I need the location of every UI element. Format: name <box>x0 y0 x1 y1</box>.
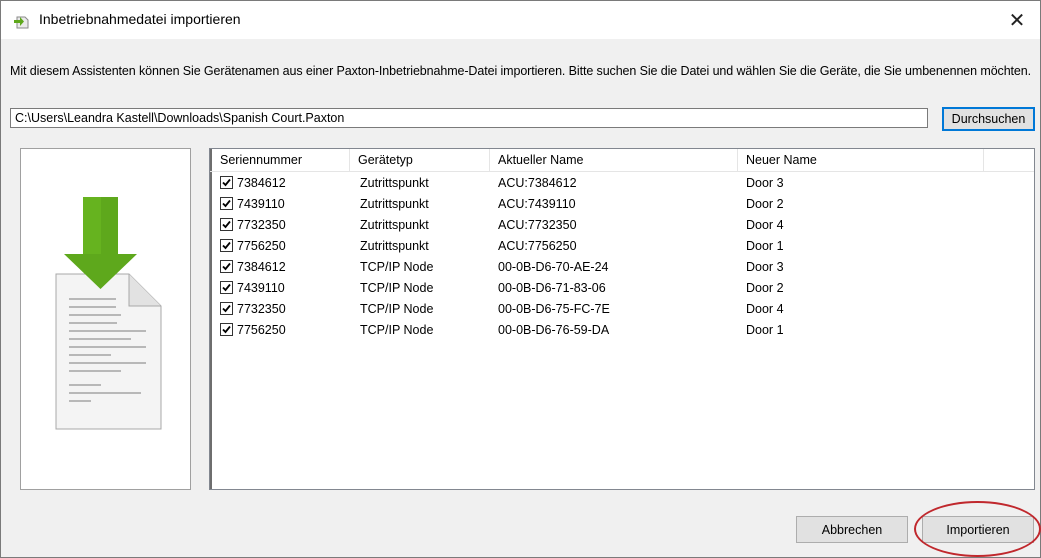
cell-device-type: TCP/IP Node <box>360 323 434 337</box>
row-checkbox[interactable] <box>220 239 233 252</box>
row-checkbox[interactable] <box>220 197 233 210</box>
cell-new-name: Door 1 <box>746 323 784 337</box>
cell-serial: 7732350 <box>237 218 286 232</box>
cell-current-name: ACU:7439110 <box>498 197 576 211</box>
cell-new-name: Door 2 <box>746 197 784 211</box>
cell-serial: 7756250 <box>237 239 286 253</box>
cell-device-type: TCP/IP Node <box>360 260 434 274</box>
cell-current-name: 00-0B-D6-70-AE-24 <box>498 260 609 274</box>
cell-device-type: TCP/IP Node <box>360 302 434 316</box>
device-list[interactable]: Seriennummer Gerätetyp Aktueller Name Ne… <box>209 148 1035 490</box>
cell-serial: 7756250 <box>237 323 286 337</box>
cell-device-type: Zutrittspunkt <box>360 239 429 253</box>
list-header: Seriennummer Gerätetyp Aktueller Name Ne… <box>210 149 1034 172</box>
close-button[interactable]: ✕ <box>994 1 1040 39</box>
column-header-device-type[interactable]: Gerätetyp <box>350 149 490 171</box>
row-checkbox[interactable] <box>220 218 233 231</box>
row-checkbox[interactable] <box>220 281 233 294</box>
cell-device-type: TCP/IP Node <box>360 281 434 295</box>
cell-device-type: Zutrittspunkt <box>360 176 429 190</box>
cell-current-name: ACU:7384612 <box>498 176 577 190</box>
row-checkbox[interactable] <box>220 302 233 315</box>
cell-device-type: Zutrittspunkt <box>360 197 429 211</box>
table-row[interactable]: 7732350 TCP/IP Node 00-0B-D6-75-FC-7E Door … <box>210 299 1034 319</box>
cell-serial: 7384612 <box>237 176 286 190</box>
download-document-icon <box>55 197 162 430</box>
table-row[interactable]: 7384612 Zutrittspunkt ACU:7384612 Door 3 <box>210 173 1034 193</box>
cell-new-name: Door 3 <box>746 260 784 274</box>
row-checkbox[interactable] <box>220 323 233 336</box>
table-row[interactable]: 7439110 Zutrittspunkt ACU:7439110 Door 2 <box>210 194 1034 214</box>
table-row[interactable]: 7756250 Zutrittspunkt ACU:7756250 Door 1 <box>210 236 1034 256</box>
row-checkbox[interactable] <box>220 176 233 189</box>
cell-serial: 7384612 <box>237 260 286 274</box>
cell-new-name: Door 2 <box>746 281 784 295</box>
cell-current-name: ACU:7756250 <box>498 239 577 253</box>
window-title: Inbetriebnahmedatei importieren <box>39 11 241 27</box>
row-checkbox[interactable] <box>220 260 233 273</box>
table-row[interactable]: 7439110 TCP/IP Node 00-0B-D6-71-83-06 Door … <box>210 278 1034 298</box>
file-path-input[interactable] <box>10 108 928 128</box>
import-button[interactable]: Importieren <box>922 516 1034 543</box>
column-header-filler <box>984 149 1034 171</box>
close-icon: ✕ <box>1008 8 1026 32</box>
column-header-serial[interactable]: Seriennummer <box>212 149 350 171</box>
cell-new-name: Door 1 <box>746 239 784 253</box>
column-header-new-name[interactable]: Neuer Name <box>738 149 984 171</box>
cell-serial: 7732350 <box>237 302 286 316</box>
title-bar: Inbetriebnahmedatei importieren ✕ <box>1 1 1040 39</box>
cell-new-name: Door 4 <box>746 302 784 316</box>
cell-current-name: 00-0B-D6-71-83-06 <box>498 281 606 295</box>
import-dialog: Inbetriebnahmedatei importieren ✕ Mit di… <box>0 0 1041 558</box>
cell-current-name: 00-0B-D6-75-FC-7E <box>498 302 610 316</box>
browse-button[interactable]: Durchsuchen <box>942 107 1035 131</box>
cell-new-name: Door 4 <box>746 218 784 232</box>
cell-current-name: ACU:7732350 <box>498 218 577 232</box>
table-row[interactable]: 7756250 TCP/IP Node 00-0B-D6-76-59-DA Door … <box>210 320 1034 340</box>
import-file-icon <box>14 13 30 29</box>
cell-new-name: Door 3 <box>746 176 784 190</box>
cell-serial: 7439110 <box>237 281 285 295</box>
cell-serial: 7439110 <box>237 197 285 211</box>
table-row[interactable]: 7384612 TCP/IP Node 00-0B-D6-70-AE-24 Door … <box>210 257 1034 277</box>
cancel-button[interactable]: Abbrechen <box>796 516 908 543</box>
illustration-panel <box>20 148 191 490</box>
cell-device-type: Zutrittspunkt <box>360 218 429 232</box>
table-row[interactable]: 7732350 Zutrittspunkt ACU:7732350 Door 4 <box>210 215 1034 235</box>
instructions-text: Mit diesem Assistenten können Sie Geräte… <box>10 64 1032 78</box>
column-header-current-name[interactable]: Aktueller Name <box>490 149 738 171</box>
cell-current-name: 00-0B-D6-76-59-DA <box>498 323 610 337</box>
